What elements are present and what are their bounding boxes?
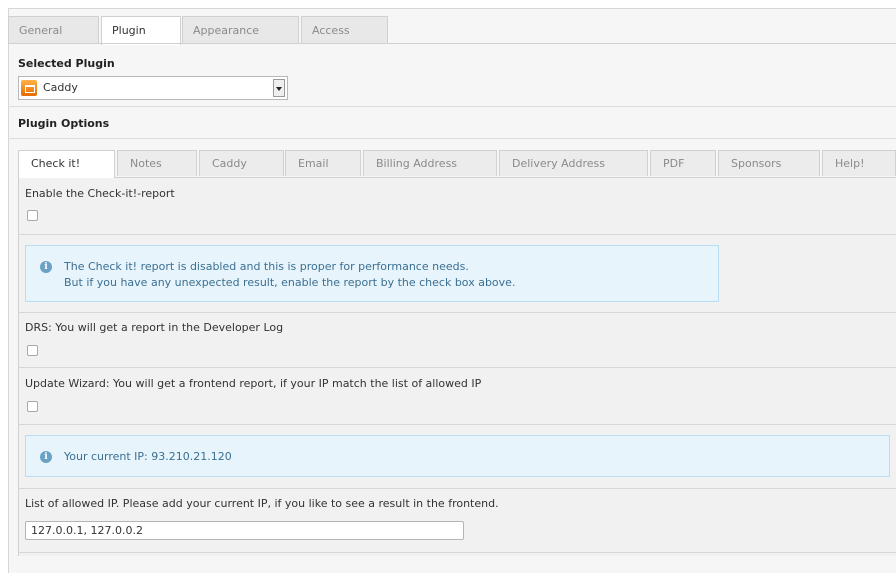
tab-pdf[interactable]: PDF: [650, 150, 716, 176]
cart-icon: [21, 80, 37, 96]
row-divider: [18, 312, 896, 313]
info-line-2: But if you have any unexpected result, e…: [64, 276, 516, 289]
row-divider: [18, 552, 896, 553]
row-divider: [18, 367, 896, 368]
tab-billing-address[interactable]: Billing Address: [363, 150, 497, 176]
chevron-down-icon[interactable]: [273, 79, 285, 97]
tab-email[interactable]: Email: [285, 150, 361, 176]
allowed-ip-input[interactable]: [25, 521, 464, 540]
tab-access[interactable]: Access: [301, 16, 388, 43]
enable-report-label: Enable the Check-it!-report: [25, 187, 175, 200]
tab-check-it[interactable]: Check it!: [18, 150, 115, 178]
tab-sponsors[interactable]: Sponsors: [718, 150, 820, 176]
plugin-select-value: Caddy: [43, 81, 78, 94]
tab-appearance[interactable]: Appearance: [182, 16, 299, 43]
update-wizard-label: Update Wizard: You will get a frontend r…: [25, 377, 482, 390]
update-wizard-checkbox[interactable]: [27, 401, 38, 412]
row-divider: [18, 424, 896, 425]
tab-notes[interactable]: Notes: [117, 150, 197, 176]
tab-plugin[interactable]: Plugin: [101, 16, 181, 45]
enable-report-checkbox[interactable]: [27, 210, 38, 221]
current-ip-text: Your current IP: 93.210.21.120: [64, 450, 232, 463]
info-icon: i: [40, 451, 52, 463]
tab-baseline: [8, 43, 896, 44]
option-tabs: Check it! Notes Caddy Email Billing Addr…: [18, 150, 896, 178]
tab-caddy[interactable]: Caddy: [199, 150, 284, 176]
plugin-select[interactable]: Caddy: [18, 76, 288, 100]
tab-general[interactable]: General: [8, 16, 99, 43]
tab-delivery-address[interactable]: Delivery Address: [499, 150, 648, 176]
section-divider: [8, 138, 896, 139]
tab-help[interactable]: Help!: [822, 150, 896, 176]
plugin-options-title: Plugin Options: [18, 117, 110, 130]
row-divider: [18, 234, 896, 235]
main-tabs: General Plugin Appearance Access: [8, 16, 896, 45]
row-divider: [18, 488, 896, 489]
drs-checkbox[interactable]: [27, 345, 38, 356]
report-disabled-info: i The Check it! report is disabled and t…: [25, 245, 719, 302]
section-divider: [8, 106, 896, 107]
current-ip-info: i Your current IP: 93.210.21.120: [25, 435, 890, 477]
selected-plugin-title: Selected Plugin: [18, 57, 115, 70]
drs-label: DRS: You will get a report in the Develo…: [25, 321, 284, 334]
info-icon: i: [40, 261, 52, 273]
allowed-ip-label: List of allowed IP. Please add your curr…: [25, 497, 499, 510]
info-line-1: The Check it! report is disabled and thi…: [64, 260, 469, 273]
